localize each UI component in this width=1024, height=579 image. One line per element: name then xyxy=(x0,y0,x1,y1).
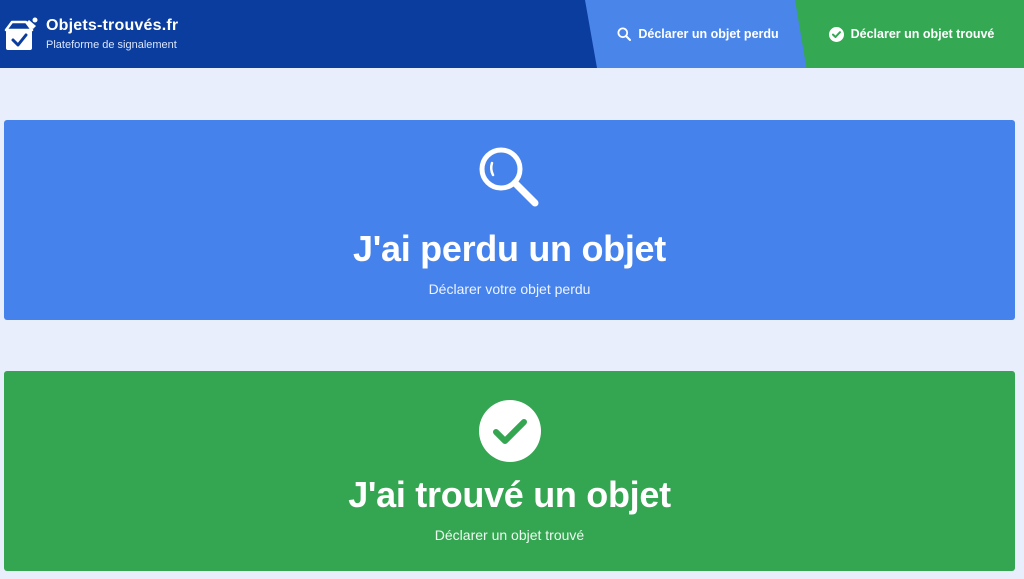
search-icon xyxy=(617,27,632,41)
found-object-card[interactable]: J'ai trouvé un objet Déclarer un objet t… xyxy=(4,371,1015,571)
nav-declare-found-label: Déclarer un objet trouvé xyxy=(850,27,995,41)
brand-subtitle: Plateforme de signalement xyxy=(46,39,177,51)
lost-card-title: J'ai perdu un objet xyxy=(353,228,666,269)
nav-declare-lost-label: Déclarer un objet perdu xyxy=(638,27,779,41)
lost-card-subtitle: Déclarer votre objet perdu xyxy=(428,281,591,297)
box-check-icon xyxy=(4,17,38,50)
magnifier-icon xyxy=(477,145,543,209)
found-card-subtitle: Déclarer un objet trouvé xyxy=(434,527,585,543)
nav-declare-lost-button[interactable]: Déclarer un objet perdu xyxy=(585,0,816,68)
nav-declare-found-button[interactable]: Déclarer un objet trouvé xyxy=(795,0,1024,68)
found-card-title: J'ai trouvé un objet xyxy=(348,474,671,515)
check-circle-icon xyxy=(478,399,542,463)
brand-title: Objets-trouvés.fr xyxy=(46,17,179,34)
site-header: Objets-trouvés.fr Plateforme de signalem… xyxy=(0,0,1024,68)
brand-link[interactable]: Objets-trouvés.fr Plateforme de signalem… xyxy=(4,12,178,56)
lost-object-card[interactable]: J'ai perdu un objet Déclarer votre objet… xyxy=(4,120,1015,320)
check-circle-icon xyxy=(828,26,844,42)
